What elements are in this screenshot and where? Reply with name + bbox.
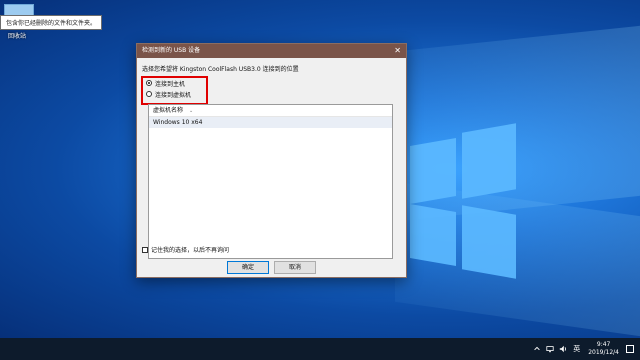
vm-column-header: 虚拟机名称 (153, 107, 184, 114)
radio-connect-vm[interactable]: 连接到虚拟机 (146, 89, 191, 99)
dialog-title: 检测到新的 USB 设备 (142, 47, 201, 54)
desktop: 包含你已经删除的文件和文件夹。 回收站 检测到新的 USB 设备 ✕ 选择您希望… (0, 0, 640, 338)
ok-button[interactable]: 确定 (227, 261, 269, 274)
radio-checked-icon[interactable] (146, 80, 152, 86)
radio-connect-host[interactable]: 连接到主机 (146, 78, 185, 88)
radio-host-label: 连接到主机 (155, 80, 186, 88)
recycle-bin-label[interactable]: 回收站 (8, 31, 26, 40)
cancel-button[interactable]: 取消 (274, 261, 316, 274)
system-tray: 英 9:47 2019/12/4 (528, 338, 634, 360)
recycle-bin-tooltip: 包含你已经删除的文件和文件夹。 (0, 15, 103, 30)
clock[interactable]: 9:47 2019/12/4 (588, 341, 619, 357)
network-icon[interactable] (546, 345, 554, 353)
vm-list[interactable]: 虚拟机名称 ⌄ Windows 10 x64 (148, 104, 393, 259)
vm-list-header[interactable]: 虚拟机名称 ⌄ (149, 105, 392, 117)
dialog-titlebar[interactable]: 检测到新的 USB 设备 ✕ (137, 44, 406, 58)
clock-time: 9:47 (596, 341, 611, 348)
remember-label: 记住我的选择，以后不再询问 (151, 247, 230, 254)
dialog-instruction: 选择您希望将 Kingston CoolFlash USB3.0 连接到的位置 (142, 66, 299, 73)
close-icon[interactable]: ✕ (394, 44, 401, 58)
taskbar: 英 9:47 2019/12/4 (0, 338, 640, 360)
remember-choice-checkbox[interactable]: 记住我的选择，以后不再询问 (142, 245, 229, 254)
volume-icon[interactable] (559, 345, 567, 353)
checkbox-icon[interactable] (142, 246, 148, 253)
usb-device-dialog: 检测到新的 USB 设备 ✕ 选择您希望将 Kingston CoolFlash… (136, 43, 407, 278)
clock-date: 2019/12/4 (588, 349, 619, 356)
ime-indicator[interactable]: 英 (573, 344, 580, 354)
radio-unchecked-icon[interactable] (146, 91, 152, 97)
vm-list-item[interactable]: Windows 10 x64 (149, 117, 392, 128)
sort-arrow-icon: ⌄ (189, 108, 194, 114)
notification-icon[interactable] (626, 345, 634, 353)
windows-logo-icon (410, 123, 516, 279)
chevron-up-icon[interactable] (533, 345, 541, 353)
radio-vm-label: 连接到虚拟机 (155, 91, 192, 99)
